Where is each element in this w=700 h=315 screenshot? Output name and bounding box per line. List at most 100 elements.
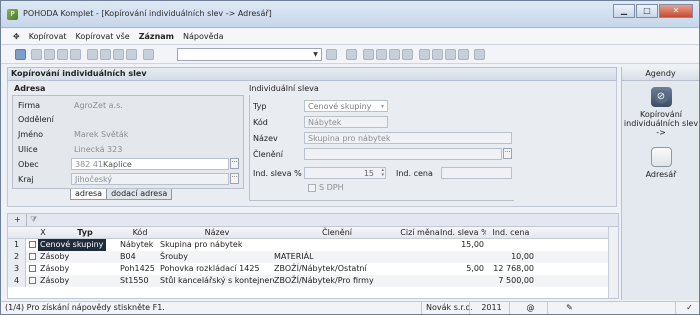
cell-sleva[interactable] [440,275,484,287]
maximize-button[interactable]: □ [636,4,658,18]
row-checkbox[interactable] [29,265,36,272]
kod-field[interactable]: Nábytek [304,116,388,128]
menu-kopirovat[interactable]: Kopírovat [29,32,67,41]
cell-typ[interactable]: Zásoby [40,251,118,263]
link-icon[interactable] [363,49,374,60]
cell-nazev[interactable]: Skupina pro nábytek [160,239,274,251]
cell-mena[interactable] [400,239,440,251]
cell-cena[interactable]: 10,00 [486,251,534,263]
obec-picker-button[interactable]: ··· [230,158,239,169]
table-row[interactable]: 4 Zásoby St1550 Stůl kancelářský s konte… [8,275,610,287]
col-cizi-mena-header[interactable]: Cizí měna [400,227,440,239]
confirm-icon[interactable] [100,49,111,60]
cleneni-field[interactable] [304,148,502,160]
agendy-sidebar: Agendy ⊘ Kopírování individuálních slev … [621,67,699,300]
cell-cleneni[interactable]: MATERIÁL [274,251,400,263]
col-ind-sleva-header[interactable]: Ind. sleva % [440,227,486,239]
new-record-icon[interactable] [87,49,98,60]
row-checkbox[interactable] [29,241,36,248]
table-icon[interactable] [376,49,387,60]
s-dph-checkbox[interactable] [308,184,316,192]
cell-cleneni[interactable] [274,239,400,251]
cleneni-picker-button[interactable]: ··· [503,148,512,159]
nazev-field[interactable]: Skupina pro nábytek [304,132,512,144]
menu-kopirovat-vse[interactable]: Kopírovat vše [76,32,130,41]
doc-icon[interactable] [419,49,430,60]
cell-cena[interactable] [486,239,534,251]
table-row[interactable]: 1 Cenové skupiny Nábytek Skupina pro náb… [8,239,610,251]
cell-mena[interactable] [400,263,440,275]
close-button[interactable]: ✕ [659,4,693,18]
ind-cena-field[interactable] [441,167,512,179]
filter-grid-icon[interactable]: ⧩ [30,215,37,225]
menu-zaznam[interactable]: Záznam [139,32,174,41]
row-number: 2 [8,251,26,263]
chevron-down-icon[interactable]: ▼ [310,49,321,60]
cell-cleneni[interactable]: ZBOŽÍ/Nábytek/Pro firmy [274,275,400,287]
col-nazev-header[interactable]: Název [160,227,274,239]
cell-nazev[interactable]: Šrouby [160,251,274,263]
col-typ-header[interactable]: Typ [50,227,120,239]
cell-kod[interactable]: St1550 [120,275,160,287]
table-row[interactable]: 2 Zásoby B04 Šrouby MATERIÁL 10,00 [8,251,610,263]
cell-cena[interactable]: 12 768,00 [486,263,534,275]
cell-cena[interactable]: 7 500,00 [486,275,534,287]
cell-sleva[interactable]: 15,00 [440,239,484,251]
cell-nazev[interactable]: Pohovka rozkládací 1425 [160,263,274,275]
col-kod-header[interactable]: Kód [120,227,160,239]
cell-kod[interactable]: B04 [120,251,160,263]
row-number: 4 [8,275,26,287]
menu-napoveda[interactable]: Nápověda [183,32,224,41]
cell-typ[interactable]: Zásoby [40,275,118,287]
col-cleneni-header[interactable]: Členění [274,227,400,239]
preview-tool-icon[interactable] [57,49,68,60]
cell-cleneni[interactable]: ZBOŽÍ/Nábytek/Ostatní [274,263,400,275]
cancel-icon[interactable] [126,49,137,60]
chevron-down-icon[interactable]: ▾ [381,101,384,112]
cell-typ[interactable]: Cenové skupiny [38,239,106,251]
agenda-adresar[interactable]: Adresář [622,147,700,179]
cell-sleva[interactable]: 5,00 [440,263,484,275]
tab-dodaci-adresa[interactable]: dodací adresa [106,189,173,200]
tab-adresa[interactable]: adresa [70,189,108,200]
cell-kod[interactable]: Nábytek [120,239,160,251]
status-hint: (1/4) Pro získání nápovědy stiskněte F1. [5,303,165,312]
typ-select[interactable]: Cenové skupiny ▾ [304,100,388,112]
cell-typ[interactable]: Zásoby [40,263,118,275]
cell-mena[interactable] [400,275,440,287]
list-icon[interactable] [458,49,469,60]
pohoda-app-icon: P [7,9,18,20]
cell-sleva[interactable] [440,251,484,263]
print-tool-icon[interactable] [44,49,55,60]
doc2-icon[interactable] [432,49,443,60]
search-tool-icon[interactable] [31,49,42,60]
agenda-kopirovani-line2: individuálních slev [623,119,699,128]
record-nav-icon[interactable] [346,49,357,60]
doc3-icon[interactable] [445,49,456,60]
table-row[interactable]: 3 Zásoby Poh1425 Pohovka rozkládací 1425… [8,263,610,275]
col-x-header[interactable]: X [36,227,50,239]
save-icon[interactable] [113,49,124,60]
users-icon[interactable] [402,49,413,60]
row-checkbox[interactable] [29,277,36,284]
row-checkbox[interactable] [29,253,36,260]
grid-scrollbar[interactable] [608,227,618,298]
attach-icon[interactable] [143,49,154,60]
cell-nazev[interactable]: Stůl kancelářský s kontejnerem [160,275,274,287]
copy-tool-icon[interactable] [15,49,26,60]
ind-sleva-field[interactable]: 15 ▴ ▾ [304,167,386,179]
cell-mena[interactable] [400,251,440,263]
export-tool-icon[interactable] [70,49,81,60]
kraj-picker-button[interactable]: ··· [230,173,239,184]
help-icon[interactable] [474,49,485,60]
grid-icon[interactable] [389,49,400,60]
add-row-icon[interactable]: + [14,215,21,224]
toolbar-combo[interactable]: ▼ [177,48,322,61]
spinner-icon[interactable]: ▴ ▾ [381,168,384,178]
col-ind-cena-header[interactable]: Ind. cena [486,227,536,239]
agenda-kopirovani[interactable]: ⊘ Kopírování individuálních slev -> [622,87,700,137]
minimize-button[interactable]: ▁ [613,4,635,18]
sleva-panel: Typ Cenové skupiny ▾ Kód Nábytek Název S… [249,95,514,201]
filter-icon[interactable] [326,49,337,60]
cell-kod[interactable]: Poh1425 [120,263,160,275]
